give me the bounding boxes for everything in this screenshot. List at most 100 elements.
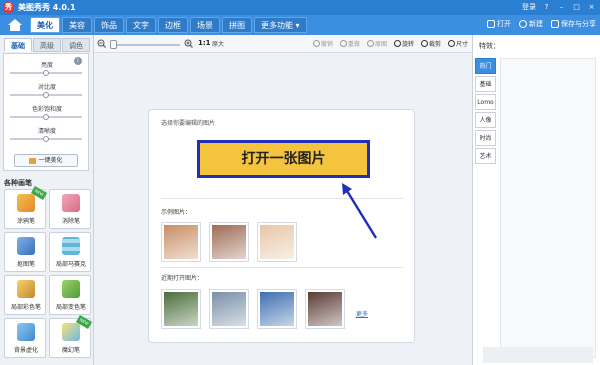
- slider-label: 对比度: [37, 84, 56, 91]
- zoom-slider-knob[interactable]: [110, 40, 117, 49]
- menu-actions: 打开 新建 保存与分享: [487, 19, 596, 29]
- category-art[interactable]: 艺术: [475, 148, 496, 164]
- slider-label: 亮度: [40, 62, 53, 69]
- recolor-brush-icon: [62, 280, 80, 298]
- brush-label: 涂鸦笔: [16, 218, 35, 225]
- sample-thumbnail[interactable]: [209, 222, 249, 262]
- divider: [161, 267, 404, 268]
- zoom-in-icon[interactable]: [184, 39, 193, 48]
- save-share-action[interactable]: 保存与分享: [551, 19, 596, 29]
- brush-mosaic[interactable]: 局部马赛克: [49, 232, 91, 272]
- rotate-icon: [393, 40, 401, 47]
- brush-doodle-pen[interactable]: NEW 涂鸦笔: [4, 186, 48, 229]
- zoom-out-icon[interactable]: [97, 39, 106, 48]
- crop-icon: [420, 40, 428, 47]
- crop-label: 裁剪: [428, 41, 441, 48]
- recent-thumbnail[interactable]: [305, 289, 345, 329]
- menu-tabs: 美化 美容 饰品 文字 边框 场景 拼图 更多功能 ▾: [30, 17, 307, 33]
- rotate-button[interactable]: 旋转: [393, 39, 414, 48]
- recent-thumbnail[interactable]: [161, 289, 201, 329]
- effect-categories: 热门 基础 Lomo 人像 时尚 艺术: [475, 58, 496, 164]
- tab-collage[interactable]: 拼图: [222, 17, 252, 33]
- tab-text[interactable]: 文字: [126, 17, 156, 33]
- help-button[interactable]: ?: [542, 3, 551, 12]
- edit-toolbar: 1:1 原大 撤销 重做 原图 旋转 裁剪 尺寸: [94, 35, 472, 53]
- undo-button[interactable]: 撤销: [312, 39, 333, 48]
- zoom-ratio-button[interactable]: 1:1: [198, 39, 211, 47]
- thumbnail-image: [260, 225, 294, 259]
- brush-local-color[interactable]: 局部彩色笔: [4, 275, 46, 315]
- brush-background-blur[interactable]: 背景虚化: [4, 318, 46, 358]
- new-action[interactable]: 新建: [519, 19, 543, 29]
- tab-beautify[interactable]: 美化: [30, 17, 60, 33]
- recent-thumbnail[interactable]: [209, 289, 249, 329]
- original-size-label[interactable]: 原大: [212, 39, 224, 48]
- maximize-button[interactable]: □: [572, 3, 581, 12]
- brush-magic-pen[interactable]: NEW 魔幻笔: [49, 315, 93, 358]
- slider-track[interactable]: [10, 92, 82, 98]
- tab-more-features[interactable]: 更多功能 ▾: [254, 17, 307, 33]
- redo-button[interactable]: 重做: [339, 39, 360, 48]
- slider-knob[interactable]: [43, 136, 49, 142]
- annotation-arrow: [342, 183, 378, 239]
- brush-label: 局部彩色笔: [10, 304, 41, 311]
- category-portrait[interactable]: 人像: [475, 112, 496, 128]
- mosaic-icon: [62, 237, 80, 255]
- brush-eraser-pen[interactable]: 消除笔: [49, 189, 91, 229]
- sample-thumbnails: [161, 222, 297, 262]
- recent-images-title: 近期打开图片：: [161, 275, 204, 282]
- close-button[interactable]: ×: [587, 3, 596, 12]
- resize-label: 尺寸: [455, 41, 468, 48]
- more-link[interactable]: 更多: [356, 309, 368, 318]
- pencil-icon: [17, 194, 35, 212]
- slider-track[interactable]: [10, 136, 82, 142]
- open-label: 打开: [497, 20, 511, 28]
- slider-label: 色彩饱和度: [31, 106, 62, 113]
- sample-thumbnail[interactable]: [161, 222, 201, 262]
- tab-advanced[interactable]: 高级: [33, 38, 61, 52]
- adjust-tabs: 基础 高级 调色: [4, 38, 90, 52]
- one-click-beautify-button[interactable]: 一键美化: [14, 154, 78, 167]
- sample-images-title: 示例图片：: [161, 209, 192, 216]
- recent-thumbnail[interactable]: [257, 289, 297, 329]
- tab-basic[interactable]: 基础: [4, 38, 32, 52]
- slider-knob[interactable]: [43, 70, 49, 76]
- login-link[interactable]: 登录: [522, 2, 536, 12]
- open-action[interactable]: 打开: [487, 19, 511, 29]
- tab-scene[interactable]: 场景: [190, 17, 220, 33]
- category-hot[interactable]: 热门: [475, 58, 496, 74]
- slider-track[interactable]: [10, 70, 82, 76]
- brush-local-recolor[interactable]: 局部变色笔: [49, 275, 91, 315]
- undo-icon: [312, 40, 320, 47]
- tab-border[interactable]: 边框: [158, 17, 188, 33]
- slider-knob[interactable]: [43, 114, 49, 120]
- open-image-button[interactable]: 打开一张图片: [197, 140, 370, 178]
- edit-tools: 撤销 重做 原图 旋转 裁剪 尺寸: [312, 39, 468, 48]
- blur-background-icon: [17, 323, 35, 341]
- folder-icon: [487, 20, 495, 28]
- slider-knob[interactable]: [43, 92, 49, 98]
- zoom-slider-track[interactable]: [110, 44, 180, 46]
- sample-thumbnail[interactable]: [257, 222, 297, 262]
- brush-label: 抠图笔: [16, 261, 35, 268]
- tab-beauty[interactable]: 美容: [62, 17, 92, 33]
- compare-icon: [366, 40, 374, 47]
- category-fashion[interactable]: 时尚: [475, 130, 496, 146]
- thumbnail-image: [212, 292, 246, 326]
- resize-button[interactable]: 尺寸: [447, 39, 468, 48]
- save-icon: [551, 20, 559, 28]
- slider-track[interactable]: [10, 114, 82, 120]
- original-image-button[interactable]: 原图: [366, 39, 387, 48]
- original-label: 原图: [374, 41, 387, 48]
- tab-color[interactable]: 调色: [62, 38, 90, 52]
- redo-label: 重做: [347, 41, 360, 48]
- category-basic[interactable]: 基础: [475, 76, 496, 92]
- home-icon[interactable]: [6, 17, 24, 33]
- crop-button[interactable]: 裁剪: [420, 39, 441, 48]
- tab-accessories[interactable]: 饰品: [94, 17, 124, 33]
- color-brush-icon: [17, 280, 35, 298]
- new-label: 新建: [529, 20, 543, 28]
- brush-cutout-pen[interactable]: 抠图笔: [4, 232, 46, 272]
- minimize-button[interactable]: –: [557, 3, 566, 12]
- category-lomo[interactable]: Lomo: [475, 94, 496, 110]
